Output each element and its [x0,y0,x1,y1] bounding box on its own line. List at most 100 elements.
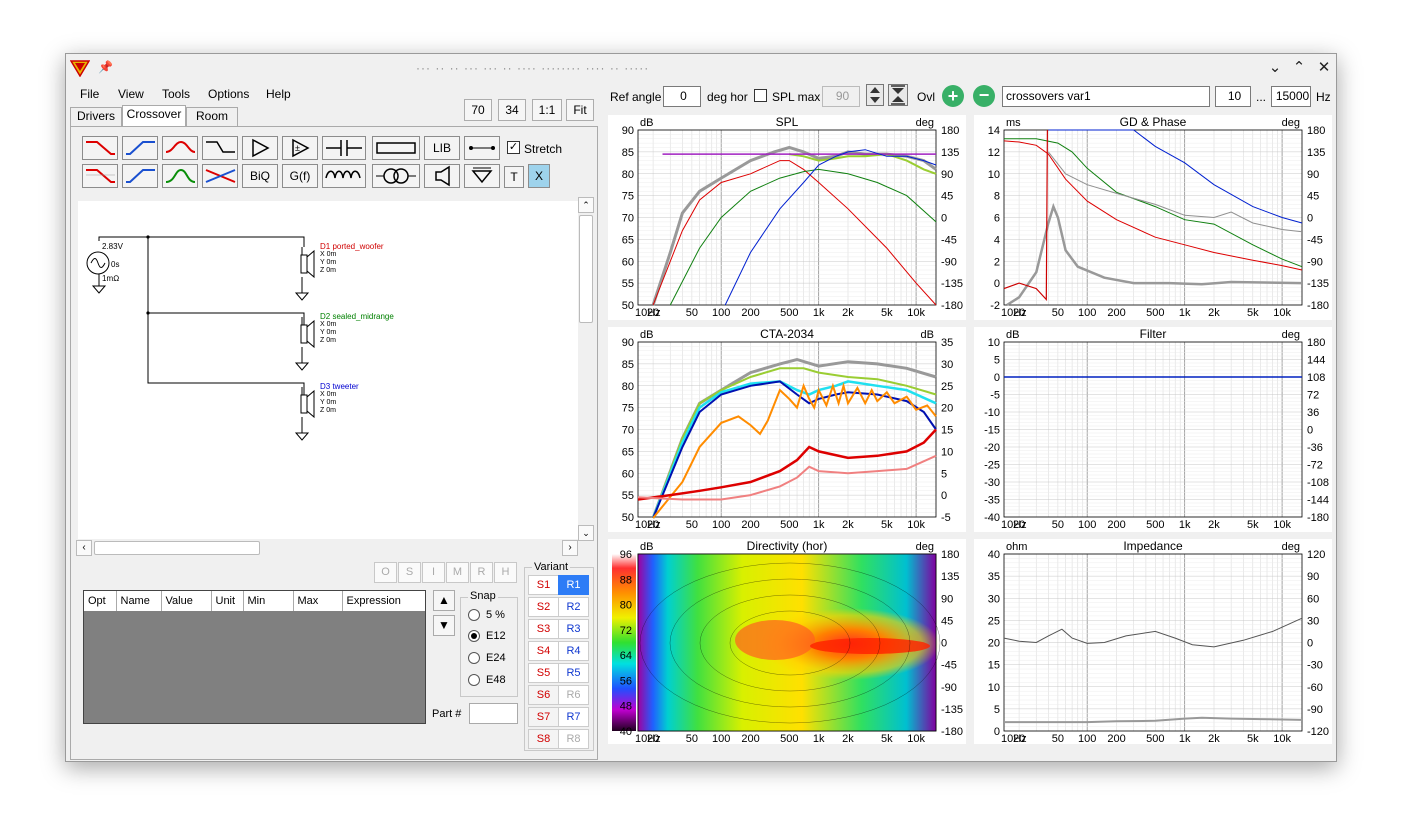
cta2034-plot[interactable] [608,327,966,532]
schematic-vscroll[interactable]: ⌃ ⌄ [578,197,594,541]
spl-max-checkbox[interactable] [754,89,767,102]
zoom-70-button[interactable]: 70 [464,99,492,121]
col-min[interactable]: Min [243,591,294,611]
snap-radio-e24[interactable] [468,652,480,664]
lowpass2-button[interactable] [82,164,118,188]
col-value[interactable]: Value [161,591,212,611]
pin-icon[interactable]: 📌 [98,60,113,74]
tool-s-button[interactable]: S [398,562,421,583]
resistor-button[interactable] [372,136,420,160]
collapse-icon[interactable] [888,84,908,106]
highpass1-button[interactable] [122,136,158,160]
variant-s5-button[interactable]: S5 [528,663,559,683]
directivity-plot[interactable] [608,539,966,744]
notch-button[interactable] [162,164,198,188]
inductor-button[interactable] [322,164,366,188]
gd-phase-plot[interactable] [974,115,1332,320]
tab-room[interactable]: Room [186,107,238,126]
scroll-down-button[interactable]: ⌄ [578,525,594,541]
variant-s4-button[interactable]: S4 [528,641,559,661]
menu-help[interactable]: Help [266,87,291,101]
col-expression[interactable]: Expression [342,591,425,611]
variant-r6-button[interactable]: R6 [558,685,589,705]
parameter-table[interactable]: Opt Name Value Unit Min Max Expression [83,590,426,724]
variant-r1-button[interactable]: R1 [558,575,589,595]
move-down-button[interactable]: ▼ [433,615,455,636]
menu-tools[interactable]: Tools [162,87,190,101]
variant-r8-button[interactable]: R8 [558,729,589,749]
close-button[interactable]: ✕ [1311,54,1337,82]
variant-r5-button[interactable]: R5 [558,663,589,683]
transformer-button[interactable] [372,164,420,188]
impedance-plot[interactable] [974,539,1332,744]
variant-s3-button[interactable]: S3 [528,619,559,639]
wire-button[interactable] [464,136,500,160]
variant-s8-button[interactable]: S8 [528,729,559,749]
ground-button[interactable] [464,164,500,188]
snap-radio-e48[interactable] [468,674,480,686]
tool-o-button[interactable]: O [374,562,397,583]
highpass2-button[interactable] [122,164,158,188]
col-unit[interactable]: Unit [211,591,244,611]
scroll-left-button[interactable]: ‹ [76,540,92,556]
zoom-34-button[interactable]: 34 [498,99,526,121]
schematic-hscroll[interactable]: ‹ › [76,540,578,556]
delete-button[interactable]: X [528,164,550,188]
col-max[interactable]: Max [293,591,343,611]
variant-s1-button[interactable]: S1 [528,575,559,595]
snap-radio-5pct[interactable] [468,609,480,621]
remove-overlay-button[interactable]: − [973,85,995,107]
driver-label-midrange[interactable]: D2 sealed_midrange [320,312,394,321]
menu-file[interactable]: File [80,87,99,101]
snap-radio-e12[interactable] [468,630,480,642]
part-number-input[interactable] [469,703,518,724]
spl-max-input[interactable]: 90 [822,86,860,107]
maximize-button[interactable]: ⌃ [1286,54,1312,82]
menu-options[interactable]: Options [208,87,249,101]
move-up-button[interactable]: ▲ [433,590,455,611]
tool-m-button[interactable]: M [446,562,469,583]
tool-h-button[interactable]: H [494,562,517,583]
lowpass1-button[interactable] [82,136,118,160]
variant-r4-button[interactable]: R4 [558,641,589,661]
variant-r7-button[interactable]: R7 [558,707,589,727]
freq-high-input[interactable]: 15000 [1271,86,1311,107]
variant-s6-button[interactable]: S6 [528,685,559,705]
menu-view[interactable]: View [118,87,144,101]
schematic-canvas[interactable]: 2.83V 0s 1mΩ D1 ported_woofer X 0m Y 0m … [78,201,578,539]
spin-updown-icon[interactable] [866,84,884,106]
stretch-checkbox[interactable]: ✓ [507,141,520,154]
overlay-name-input[interactable]: crossovers var1 [1002,86,1210,107]
variant-s2-button[interactable]: S2 [528,597,559,617]
tab-crossover[interactable]: Crossover [122,105,186,126]
freq-low-input[interactable]: 10 [1215,86,1251,107]
ref-angle-input[interactable]: 0 [663,86,701,107]
variant-r3-button[interactable]: R3 [558,619,589,639]
driver-label-tweeter[interactable]: D3 tweeter [320,382,359,391]
hscroll-thumb[interactable] [94,541,260,555]
tool-r-button[interactable]: R [470,562,493,583]
transfer-function-button[interactable]: G(f) [282,164,318,188]
shelf-button[interactable] [202,136,238,160]
summing-amp-button[interactable]: ± [282,136,318,160]
filter-plot[interactable] [974,327,1332,532]
zoom-fit-button[interactable]: Fit [566,99,594,121]
variant-r2-button[interactable]: R2 [558,597,589,617]
biquad-button[interactable]: BiQ [242,164,278,188]
library-button[interactable]: LIB [424,136,460,160]
amplifier-button[interactable] [242,136,278,160]
zoom-1to1-button[interactable]: 1:1 [532,99,562,121]
bandpass-button[interactable] [162,136,198,160]
tool-i-button[interactable]: I [422,562,445,583]
driver-button[interactable] [424,164,460,188]
text-button[interactable]: T [504,166,524,188]
capacitor-button[interactable] [322,136,366,160]
scroll-right-button[interactable]: › [562,540,578,556]
col-name[interactable]: Name [116,591,162,611]
allpass-button[interactable] [202,164,238,188]
add-overlay-button[interactable]: + [942,85,964,107]
scroll-up-button[interactable]: ⌃ [578,197,594,213]
tab-drivers[interactable]: Drivers [70,107,122,126]
minimize-button[interactable]: ⌄ [1262,54,1288,82]
driver-label-woofer[interactable]: D1 ported_woofer [320,242,384,251]
